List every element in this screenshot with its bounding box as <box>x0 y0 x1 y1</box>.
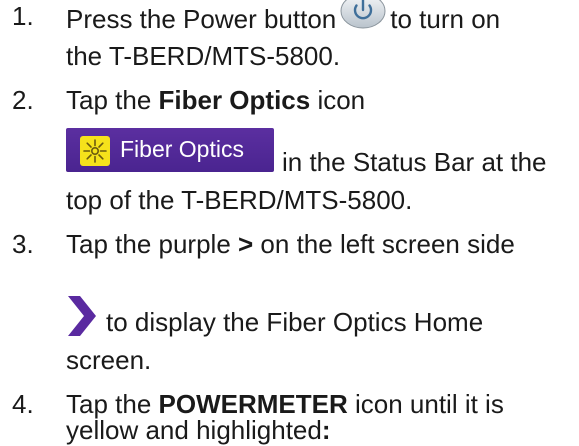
fiber-optics-button[interactable]: Fiber Optics <box>66 128 274 172</box>
step-2-bold-term: Fiber Optics <box>158 85 311 115</box>
step-4-text-post: icon until it is <box>347 389 504 419</box>
power-icon <box>340 0 386 30</box>
step-2-line-3: top of the T-BERD/MTS-5800. <box>66 185 413 215</box>
step-3-bold-term: > <box>238 229 254 259</box>
step-3-text-post: on the left screen side <box>253 229 515 259</box>
step-1-number: 1. <box>12 1 34 31</box>
step-4-colon: : <box>321 415 331 445</box>
step-3-line-2: to display the Fiber Optics Home <box>106 307 484 337</box>
step-1-text-post: to turn on <box>390 4 501 34</box>
step-1-line-1: Press the Power button to turn on <box>66 0 500 35</box>
step-3-line-3: screen. <box>66 345 152 375</box>
step-4-text-pre-2: yellow and highlighted <box>66 415 322 445</box>
fiber-optics-label: Fiber Optics <box>120 136 244 162</box>
step-4-line-2: yellow and highlighted: <box>66 414 331 446</box>
step-4-number: 4. <box>12 389 34 419</box>
step-2-number: 2. <box>12 85 34 115</box>
step-1-text-pre: Press the Power button <box>66 4 337 34</box>
fiber-optics-sun-icon <box>80 136 110 166</box>
step-2-line-1: Tap the Fiber Optics icon <box>66 84 365 116</box>
chevron-right-icon[interactable] <box>66 296 98 336</box>
step-1-line-2: the T-BERD/MTS-5800. <box>66 41 341 71</box>
step-3-line-1: Tap the purple > on the left screen side <box>66 228 515 260</box>
step-2-line-2: in the Status Bar at the <box>282 147 547 177</box>
instruction-document: 1. Press the Power button to turn on the… <box>0 0 579 446</box>
step-3-text-pre: Tap the purple <box>66 229 239 259</box>
step-3-number: 3. <box>12 229 34 259</box>
step-2-text-post: icon <box>310 85 366 115</box>
step-2-text-pre: Tap the <box>66 85 159 115</box>
